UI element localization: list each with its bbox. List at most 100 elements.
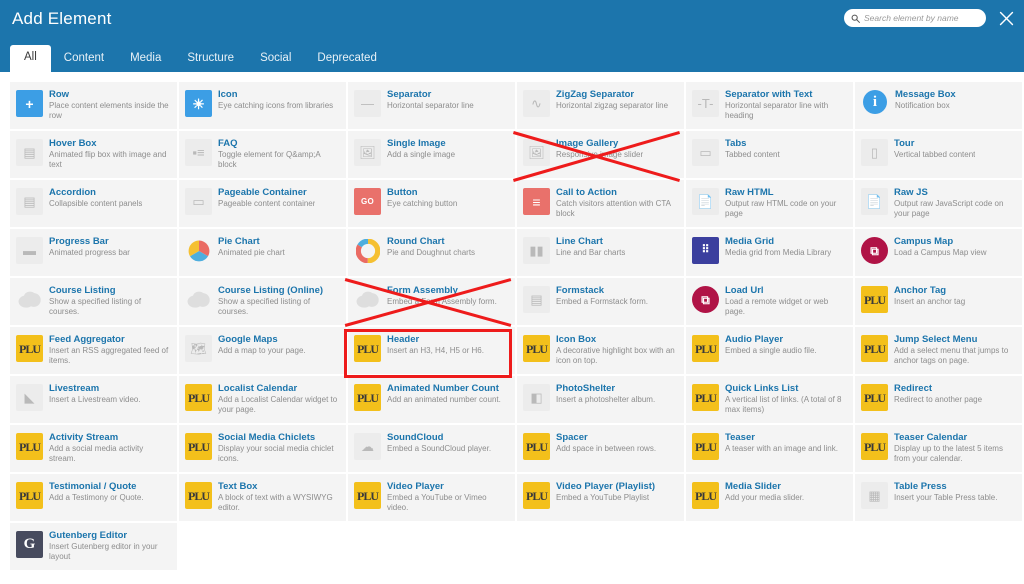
element-card-media-slider[interactable]: PLU Media Slider Add your media slider. bbox=[686, 474, 853, 521]
element-card-text: Feed Aggregator Insert an RSS aggregated … bbox=[49, 333, 171, 365]
element-card-google-maps[interactable]: 🗺 Google Maps Add a map to your page. bbox=[179, 327, 346, 374]
element-card-text: Accordion Collapsible content panels bbox=[49, 186, 142, 209]
element-card-audio-player[interactable]: PLU Audio Player Embed a single audio file… bbox=[686, 327, 853, 374]
element-card-raw-html[interactable]: 📄 Raw HTML Output raw HTML code on your pa… bbox=[686, 180, 853, 227]
tab-media[interactable]: Media bbox=[117, 46, 174, 73]
element-card-photoshelter[interactable]: ◧ PhotoShelter Insert a photoshelter album… bbox=[517, 376, 684, 423]
element-card-round-chart[interactable]: Round Chart Pie and Doughnut charts bbox=[348, 229, 515, 276]
element-card-text: Gutenberg Editor Insert Gutenberg editor … bbox=[49, 529, 171, 561]
element-card-tabs[interactable]: ▭ Tabs Tabbed content bbox=[686, 131, 853, 178]
element-card-pageable-container[interactable]: ▭ Pageable Container Pageable content cont… bbox=[179, 180, 346, 227]
element-card-social-media-chiclets[interactable]: PLU Social Media Chiclets Display your soc… bbox=[179, 425, 346, 472]
element-card-anchor-tag[interactable]: PLU Anchor Tag Insert an anchor tag bbox=[855, 278, 1022, 325]
element-card-form-assembly[interactable]: Form Assembly Embed a Form Assembly form. bbox=[348, 278, 515, 325]
element-card-separator[interactable]: — Separator Horizontal separator line bbox=[348, 82, 515, 129]
element-card-video-player-playlist[interactable]: PLU Video Player (Playlist) Embed a YouTub… bbox=[517, 474, 684, 521]
element-card-text: PhotoShelter Insert a photoshelter album. bbox=[556, 382, 655, 405]
element-card-spacer[interactable]: PLU Spacer Add space in between rows. bbox=[517, 425, 684, 472]
element-card-accordion[interactable]: ▤ Accordion Collapsible content panels bbox=[10, 180, 177, 227]
element-card-description: Eye catching icons from libraries bbox=[218, 101, 334, 110]
element-card-title: Tabs bbox=[725, 138, 747, 149]
element-card-line-chart[interactable]: ▮▮ Line Chart Line and Bar charts bbox=[517, 229, 684, 276]
element-card-table-press[interactable]: ▦ Table Press Insert your Table Press tabl… bbox=[855, 474, 1022, 521]
element-card-load-url[interactable]: ⧉ Load Url Load a remote widget or web pag… bbox=[686, 278, 853, 325]
element-card-description: Pageable content container bbox=[218, 199, 316, 208]
element-card-feed-aggregator[interactable]: PLU Feed Aggregator Insert an RSS aggregat… bbox=[10, 327, 177, 374]
element-card-formstack[interactable]: ▤ Formstack Embed a Formstack form. bbox=[517, 278, 684, 325]
table-icon: ▦ bbox=[861, 482, 888, 509]
tab-content[interactable]: Content bbox=[51, 46, 117, 73]
element-card-campus-map[interactable]: ⧉ Campus Map Load a Campus Map view bbox=[855, 229, 1022, 276]
element-card-testimonial-quote[interactable]: PLU Testimonial / Quote Add a Testimony or… bbox=[10, 474, 177, 521]
element-card-gutenberg-editor[interactable]: G Gutenberg Editor Insert Gutenberg editor… bbox=[10, 523, 177, 570]
element-card-course-listing[interactable]: Course Listing Show a specified listing o… bbox=[10, 278, 177, 325]
element-card-text-box[interactable]: PLU Text Box A block of text with a WYSIWY… bbox=[179, 474, 346, 521]
tab-structure[interactable]: Structure bbox=[174, 46, 247, 73]
element-card-raw-js[interactable]: 📄 Raw JS Output raw JavaScript code on you… bbox=[855, 180, 1022, 227]
tab-deprecated[interactable]: Deprecated bbox=[304, 46, 389, 73]
element-card-teaser-calendar[interactable]: PLU Teaser Calendar Display up to the late… bbox=[855, 425, 1022, 472]
element-card-text: ZigZag Separator Horizontal zigzag separa… bbox=[556, 88, 668, 111]
element-card-course-listing-online[interactable]: Course Listing (Online) Show a specified … bbox=[179, 278, 346, 325]
element-card-redirect[interactable]: PLU Redirect Redirect to another page bbox=[855, 376, 1022, 423]
tab-social[interactable]: Social bbox=[247, 46, 304, 73]
separator-text-icon: -T- bbox=[692, 90, 719, 117]
list-toggle-icon: ▪≡ bbox=[185, 139, 212, 166]
element-card-teaser[interactable]: PLU Teaser A teaser with an image and link… bbox=[686, 425, 853, 472]
element-card-text: Tabs Tabbed content bbox=[725, 137, 780, 160]
element-card-single-image[interactable]: 🖼 Single Image Add a single image bbox=[348, 131, 515, 178]
element-card-soundcloud[interactable]: ☁ SoundCloud Embed a SoundCloud player. bbox=[348, 425, 515, 472]
element-card-zigzag-separator[interactable]: ∿ ZigZag Separator Horizontal zigzag separ… bbox=[517, 82, 684, 129]
element-card-title: Course Listing (Online) bbox=[218, 285, 324, 296]
element-card-text: Animated Number Count Add an animated num… bbox=[387, 382, 501, 405]
element-card-description: Add a map to your page. bbox=[218, 346, 306, 355]
element-card-pie-chart[interactable]: Pie Chart Animated pie chart bbox=[179, 229, 346, 276]
element-card-button[interactable]: GO Button Eye catching button bbox=[348, 180, 515, 227]
element-card-text: Media Slider Add your media slider. bbox=[725, 480, 804, 503]
element-card-jump-select-menu[interactable]: PLU Jump Select Menu Add a select menu tha… bbox=[855, 327, 1022, 374]
element-card-title: Media Grid bbox=[725, 236, 775, 247]
element-card-description: A decorative highlight box with an icon … bbox=[556, 346, 675, 365]
search-input[interactable] bbox=[864, 13, 979, 23]
element-card-text: Livestream Insert a Livestream video. bbox=[49, 382, 141, 405]
element-card-tour[interactable]: ▯ Tour Vertical tabbed content bbox=[855, 131, 1022, 178]
empty-cell bbox=[179, 523, 346, 570]
search-box[interactable] bbox=[844, 9, 986, 27]
element-card-quick-links-list[interactable]: PLU Quick Links List A vertical list of li… bbox=[686, 376, 853, 423]
picture-icon: 🖼 bbox=[354, 139, 381, 166]
element-card-localist-calendar[interactable]: PLU Localist Calendar Add a Localist Calen… bbox=[179, 376, 346, 423]
close-icon[interactable] bbox=[998, 10, 1015, 27]
element-card-livestream[interactable]: ◣ Livestream Insert a Livestream video. bbox=[10, 376, 177, 423]
element-card-icon[interactable]: ☀ Icon Eye catching icons from libraries bbox=[179, 82, 346, 129]
element-card-message-box[interactable]: i Message Box Notification box bbox=[855, 82, 1022, 129]
go-button-icon: GO bbox=[354, 188, 381, 215]
element-card-description: Embed a single audio file. bbox=[725, 346, 817, 355]
element-card-title: Localist Calendar bbox=[218, 383, 298, 394]
element-card-header[interactable]: PLU Header Insert an H3, H4, H5 or H6. bbox=[348, 327, 515, 374]
element-card-text: Form Assembly Embed a Form Assembly form. bbox=[387, 284, 497, 307]
campus-map-icon: ⧉ bbox=[861, 237, 888, 264]
element-card-activity-stream[interactable]: PLU Activity Stream Add a social media act… bbox=[10, 425, 177, 472]
element-card-call-to-action[interactable]: ≡ Call to Action Catch visitors attention … bbox=[517, 180, 684, 227]
element-card-description: Pie and Doughnut charts bbox=[387, 248, 476, 257]
element-card-image-gallery[interactable]: 🖼 Image Gallery Responsive image slider bbox=[517, 131, 684, 178]
element-card-row[interactable]: + Row Place content elements inside the ro… bbox=[10, 82, 177, 129]
element-card-description: Animated pie chart bbox=[218, 248, 285, 257]
element-card-title: Row bbox=[49, 89, 70, 100]
element-card-media-grid[interactable]: ⠿ Media Grid Media grid from Media Library bbox=[686, 229, 853, 276]
element-card-faq[interactable]: ▪≡ FAQ Toggle element for Q&amp;A block bbox=[179, 131, 346, 178]
element-card-animated-number-count[interactable]: PLU Animated Number Count Add an animated … bbox=[348, 376, 515, 423]
plu-logo-icon: PLU bbox=[16, 433, 43, 460]
progress-bar-icon: ▬ bbox=[16, 237, 43, 264]
element-card-title: Testimonial / Quote bbox=[49, 481, 137, 492]
element-card-video-player[interactable]: PLU Video Player Embed a YouTube or Vimeo … bbox=[348, 474, 515, 521]
element-card-icon-box[interactable]: PLU Icon Box A decorative highlight box wi… bbox=[517, 327, 684, 374]
load-url-icon: ⧉ bbox=[692, 286, 719, 313]
vertical-tabs-icon: ▯ bbox=[861, 139, 888, 166]
element-card-hover-box[interactable]: ▤ Hover Box Animated flip box with image a… bbox=[10, 131, 177, 178]
element-card-progress-bar[interactable]: ▬ Progress Bar Animated progress bar bbox=[10, 229, 177, 276]
element-card-separator-with-text[interactable]: -T- Separator with Text Horizontal separat… bbox=[686, 82, 853, 129]
element-card-text: Video Player (Playlist) Embed a YouTube P… bbox=[556, 480, 655, 503]
tab-all[interactable]: All bbox=[10, 44, 51, 72]
empty-cell bbox=[517, 523, 684, 570]
